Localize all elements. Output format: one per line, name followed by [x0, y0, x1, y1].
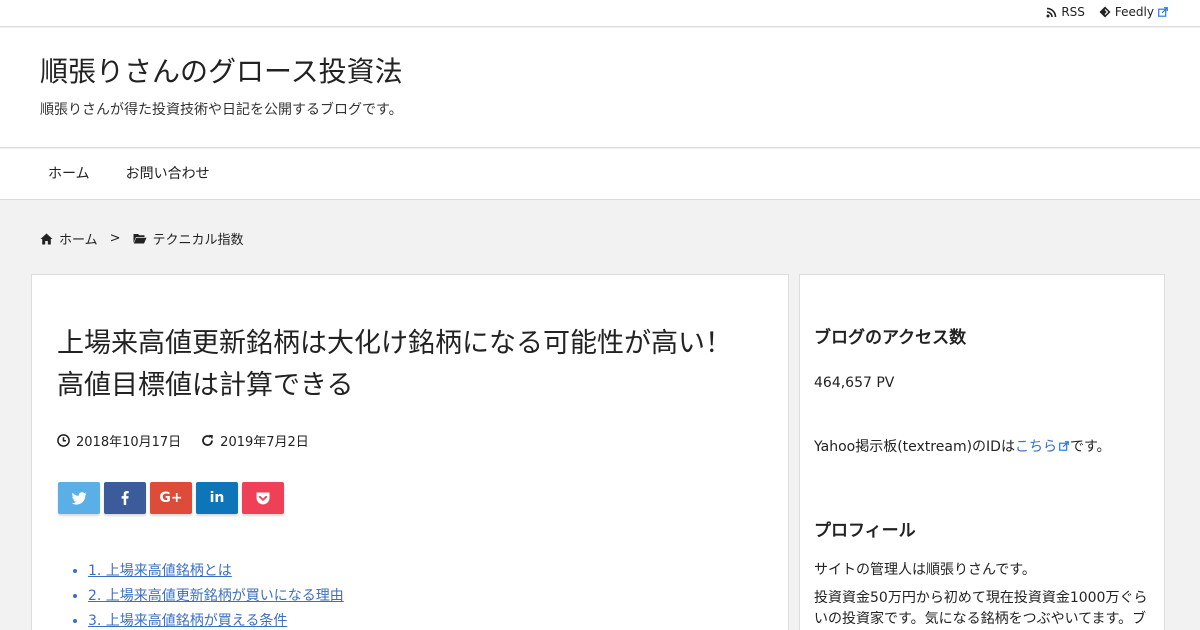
external-link-icon — [1158, 7, 1168, 17]
updated-date: 2019年7月2日 — [220, 435, 309, 450]
external-link-icon — [1059, 441, 1069, 451]
sidebar: ブログのアクセス数 464,657 PV Yahoo掲示板(textream)の… — [799, 274, 1165, 630]
share-facebook-button[interactable] — [104, 482, 146, 514]
yahoo-prefix: Yahoo掲示板(textream)のIDは — [814, 439, 1015, 455]
pocket-icon — [256, 492, 270, 504]
share-buttons: G+ in — [58, 482, 284, 514]
yahoo-suffix: です。 — [1069, 439, 1111, 455]
rss-icon — [1046, 7, 1057, 17]
share-linkedin-button[interactable]: in — [196, 482, 238, 514]
main-article: 上場来高値更新銘柄は大化け銘柄になる可能性が高い！高値目標値は計算できる 201… — [31, 274, 789, 630]
linkedin-icon: in — [209, 490, 225, 506]
rss-link[interactable]: RSS — [1046, 5, 1085, 19]
breadcrumb-separator: > — [109, 231, 121, 246]
toc-item: 3. 上場来高値銘柄が買える条件 — [88, 609, 344, 630]
access-count-heading: ブログのアクセス数 — [814, 328, 967, 348]
breadcrumb-category[interactable]: テクニカル指数 — [153, 229, 244, 248]
yahoo-link[interactable]: こちら — [1015, 439, 1057, 455]
profile-line-2: 投資資金50万円から初めて現在投資資金1000万ぐらいの投資家です。気になる銘柄… — [814, 590, 1148, 627]
feedly-icon — [1099, 6, 1111, 18]
top-bar: RSS Feedly — [0, 0, 1200, 27]
site-header: 順張りさんのグロース投資法 順張りさんが得た投資技術や日記を公開するブログです。 — [0, 28, 1200, 148]
published-date: 2018年10月17日 — [76, 435, 182, 450]
nav-item-home[interactable]: ホーム — [30, 149, 108, 199]
twitter-icon — [71, 491, 86, 505]
toc-link-3[interactable]: 3. 上場来高値銘柄が買える条件 — [88, 613, 287, 629]
site-description: 順張りさんが得た投資技術や日記を公開するブログです。 — [40, 102, 403, 118]
profile-line-1: サイトの管理人は順張りさんです。 — [814, 562, 1036, 578]
feedly-label: Feedly — [1114, 5, 1154, 19]
feedly-link[interactable]: Feedly — [1099, 5, 1168, 19]
post-dates: 2018年10月17日 2019年7月2日 — [57, 431, 309, 450]
share-google-plus-button[interactable]: G+ — [150, 482, 192, 514]
breadcrumb: ホーム > テクニカル指数 — [40, 229, 244, 248]
profile-heading: プロフィール — [814, 521, 916, 541]
nav-item-contact[interactable]: お問い合わせ — [108, 149, 228, 199]
google-plus-icon: G+ — [159, 490, 183, 506]
facebook-icon — [121, 491, 129, 505]
table-of-contents: 1. 上場来高値銘柄とは 2. 上場来高値更新銘柄が買いになる理由 3. 上場来… — [88, 559, 344, 630]
pv-count: 464,657 PV — [814, 375, 895, 391]
rss-label: RSS — [1061, 5, 1085, 19]
home-icon — [40, 233, 53, 244]
toc-item: 2. 上場来高値更新銘柄が買いになる理由 — [88, 584, 344, 609]
share-pocket-button[interactable] — [242, 482, 284, 514]
site-title[interactable]: 順張りさんのグロース投資法 — [40, 50, 403, 90]
breadcrumb-home[interactable]: ホーム — [59, 229, 98, 248]
share-twitter-button[interactable] — [58, 482, 100, 514]
folder-open-icon — [133, 234, 147, 244]
feed-links: RSS Feedly — [1046, 5, 1168, 19]
clock-icon — [57, 434, 70, 447]
toc-link-1[interactable]: 1. 上場来高値銘柄とは — [88, 563, 232, 579]
yahoo-id-text: Yahoo掲示板(textream)のIDはこちら です。 — [814, 437, 1154, 458]
toc-link-2[interactable]: 2. 上場来高値更新銘柄が買いになる理由 — [88, 588, 344, 604]
refresh-icon — [202, 434, 214, 446]
global-nav: ホーム お問い合わせ — [0, 149, 1200, 200]
toc-item: 1. 上場来高値銘柄とは — [88, 559, 344, 584]
post-title: 上場来高値更新銘柄は大化け銘柄になる可能性が高い！高値目標値は計算できる — [57, 328, 732, 401]
